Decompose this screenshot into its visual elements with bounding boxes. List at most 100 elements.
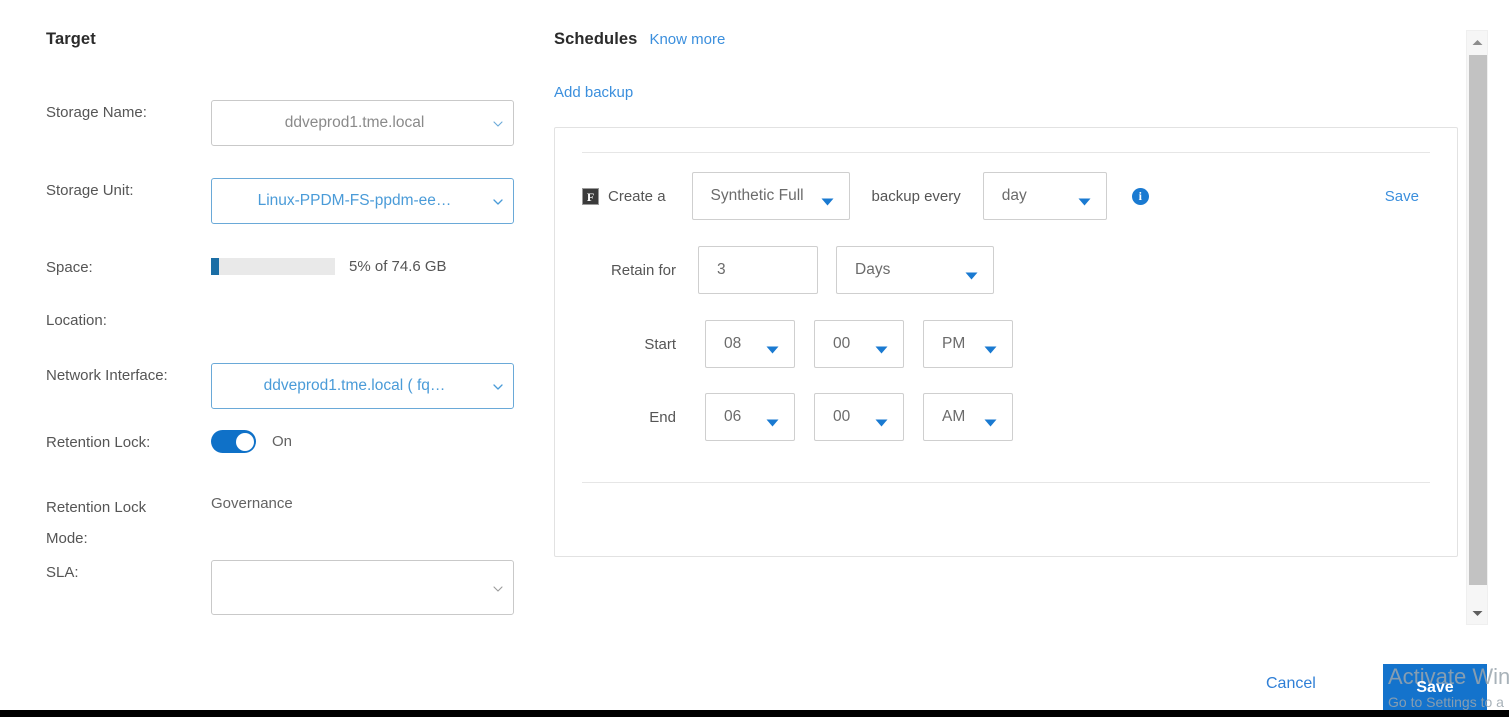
backup-every-label: backup every	[871, 187, 961, 205]
frequency-select[interactable]: day	[982, 172, 1107, 220]
chevron-down-icon	[965, 267, 978, 285]
field-location: Location:	[46, 308, 536, 331]
schedule-save-link[interactable]: Save	[1385, 188, 1419, 205]
field-space: Space: 5% of 74.6 GB	[46, 255, 536, 278]
network-interface-value: ddveprod1.tme.local ( fq…	[263, 377, 446, 394]
location-label: Location:	[46, 312, 107, 329]
field-storage-unit: Storage Unit: Linux-PPDM-FS-ppdm-ee…	[46, 178, 536, 224]
end-meridiem-value: AM	[942, 408, 966, 425]
retention-lock-mode-value: Governance	[211, 495, 293, 512]
end-meridiem-select[interactable]: AM	[923, 393, 1013, 441]
schedule-rule-row-start: Start 08 00 PM	[582, 316, 1432, 372]
cancel-button[interactable]: Cancel	[1266, 675, 1316, 693]
storage-name-select[interactable]: ddveprod1.tme.local	[211, 100, 514, 146]
schedules-title: Schedules	[554, 30, 638, 48]
retention-lock-label: Retention Lock:	[46, 434, 151, 451]
chevron-down-icon	[875, 414, 888, 432]
field-retention-lock-mode: Retention Lock Mode: Governance	[46, 490, 536, 554]
retain-for-input[interactable]: 3	[698, 246, 818, 294]
info-icon[interactable]: i	[1131, 187, 1149, 205]
backup-type-select[interactable]: Synthetic Full	[691, 172, 850, 220]
storage-unit-label: Storage Unit:	[46, 182, 134, 199]
target-panel: Target Storage Name: ddveprod1.tme.local…	[46, 30, 536, 615]
start-meridiem-value: PM	[942, 335, 966, 352]
retain-for-label: Retain for	[610, 261, 676, 279]
retention-lock-mode-label-line1: Retention Lock	[46, 499, 147, 516]
retention-lock-state: On	[272, 433, 293, 450]
retention-lock-mode-label: Retention Lock Mode:	[46, 490, 211, 554]
network-interface-label: Network Interface:	[46, 367, 168, 384]
chevron-down-icon	[493, 197, 503, 206]
save-button-label: Save	[1416, 678, 1454, 696]
create-a-label: Create a	[608, 187, 666, 205]
chevron-down-icon	[875, 341, 888, 359]
space-usage: 5% of 74.6 GB	[211, 258, 447, 275]
end-minute-value: 00	[833, 408, 851, 425]
space-value: 5% of 74.6 GB	[349, 258, 447, 275]
chevron-down-icon	[766, 341, 779, 359]
full-backup-type-icon: F	[582, 187, 599, 205]
save-button[interactable]: Save	[1383, 664, 1487, 711]
know-more-link[interactable]: Know more	[649, 31, 725, 48]
vertical-scrollbar[interactable]	[1466, 30, 1488, 625]
start-minute-value: 00	[833, 335, 851, 352]
start-hour-select[interactable]: 08	[705, 320, 795, 368]
schedules-panel: Schedules Know more Add backup F Create …	[554, 30, 1460, 557]
schedules-header: Schedules Know more	[554, 30, 1460, 49]
chevron-down-icon	[1078, 193, 1091, 211]
storage-name-value: ddveprod1.tme.local	[284, 114, 425, 131]
schedule-rule-row-retain: Retain for 3 Days	[582, 242, 1432, 298]
schedule-rule-card: F Create a Synthetic Full backup every d…	[554, 127, 1458, 557]
backup-target-schedule-dialog: Target Storage Name: ddveprod1.tme.local…	[0, 0, 1509, 711]
add-backup-link[interactable]: Add backup	[554, 84, 633, 101]
end-minute-select[interactable]: 00	[814, 393, 904, 441]
retain-for-value: 3	[717, 261, 726, 278]
retention-lock-mode-label-line2: Mode:	[46, 530, 88, 547]
retention-lock-toggle-wrap: On	[211, 430, 292, 453]
end-label: End	[649, 408, 676, 426]
field-sla: SLA:	[46, 560, 536, 615]
field-retention-lock: Retention Lock: On	[46, 430, 536, 453]
frequency-value: day	[1001, 187, 1027, 204]
network-interface-select[interactable]: ddveprod1.tme.local ( fq…	[211, 363, 514, 409]
backup-type-value: Synthetic Full	[710, 187, 804, 204]
storage-unit-select[interactable]: Linux-PPDM-FS-ppdm-ee…	[211, 178, 514, 224]
schedule-rule-rows: F Create a Synthetic Full backup every d…	[582, 168, 1432, 445]
bottom-black-bar	[0, 710, 1509, 717]
field-storage-name: Storage Name: ddveprod1.tme.local	[46, 100, 536, 146]
space-progress-fill	[211, 258, 219, 275]
chevron-down-icon	[821, 193, 834, 211]
schedule-rule-row-create: F Create a Synthetic Full backup every d…	[582, 168, 1432, 224]
card-divider-top	[582, 152, 1430, 153]
storage-unit-value: Linux-PPDM-FS-ppdm-ee…	[257, 192, 452, 209]
target-section-title: Target	[46, 30, 96, 48]
end-hour-value: 06	[724, 408, 742, 425]
storage-name-label: Storage Name:	[46, 104, 147, 121]
chevron-down-icon	[493, 584, 503, 593]
start-label: Start	[644, 335, 676, 353]
card-divider-bottom	[582, 482, 1430, 483]
chevron-down-icon	[493, 119, 503, 128]
retention-lock-toggle[interactable]	[211, 430, 256, 453]
scroll-up-arrow-icon[interactable]	[1467, 31, 1487, 53]
space-label: Space:	[46, 259, 93, 276]
start-meridiem-select[interactable]: PM	[923, 320, 1013, 368]
chevron-down-icon	[984, 414, 997, 432]
retain-unit-select[interactable]: Days	[836, 246, 994, 294]
chevron-down-icon	[766, 414, 779, 432]
scroll-down-arrow-icon[interactable]	[1467, 602, 1487, 624]
dialog-footer: Cancel Save	[0, 655, 1509, 711]
retain-unit-value: Days	[855, 261, 891, 278]
sla-label: SLA:	[46, 564, 79, 581]
end-hour-select[interactable]: 06	[705, 393, 795, 441]
start-minute-select[interactable]: 00	[814, 320, 904, 368]
chevron-down-icon	[984, 341, 997, 359]
schedule-rule-row-end: End 06 00 AM	[582, 389, 1432, 445]
start-hour-value: 08	[724, 335, 742, 352]
chevron-down-icon	[493, 382, 503, 391]
space-progress-track	[211, 258, 335, 275]
field-network-interface: Network Interface: ddveprod1.tme.local (…	[46, 363, 536, 409]
sla-select[interactable]	[211, 560, 514, 615]
toggle-knob	[235, 432, 254, 451]
scrollbar-thumb[interactable]	[1469, 55, 1487, 585]
